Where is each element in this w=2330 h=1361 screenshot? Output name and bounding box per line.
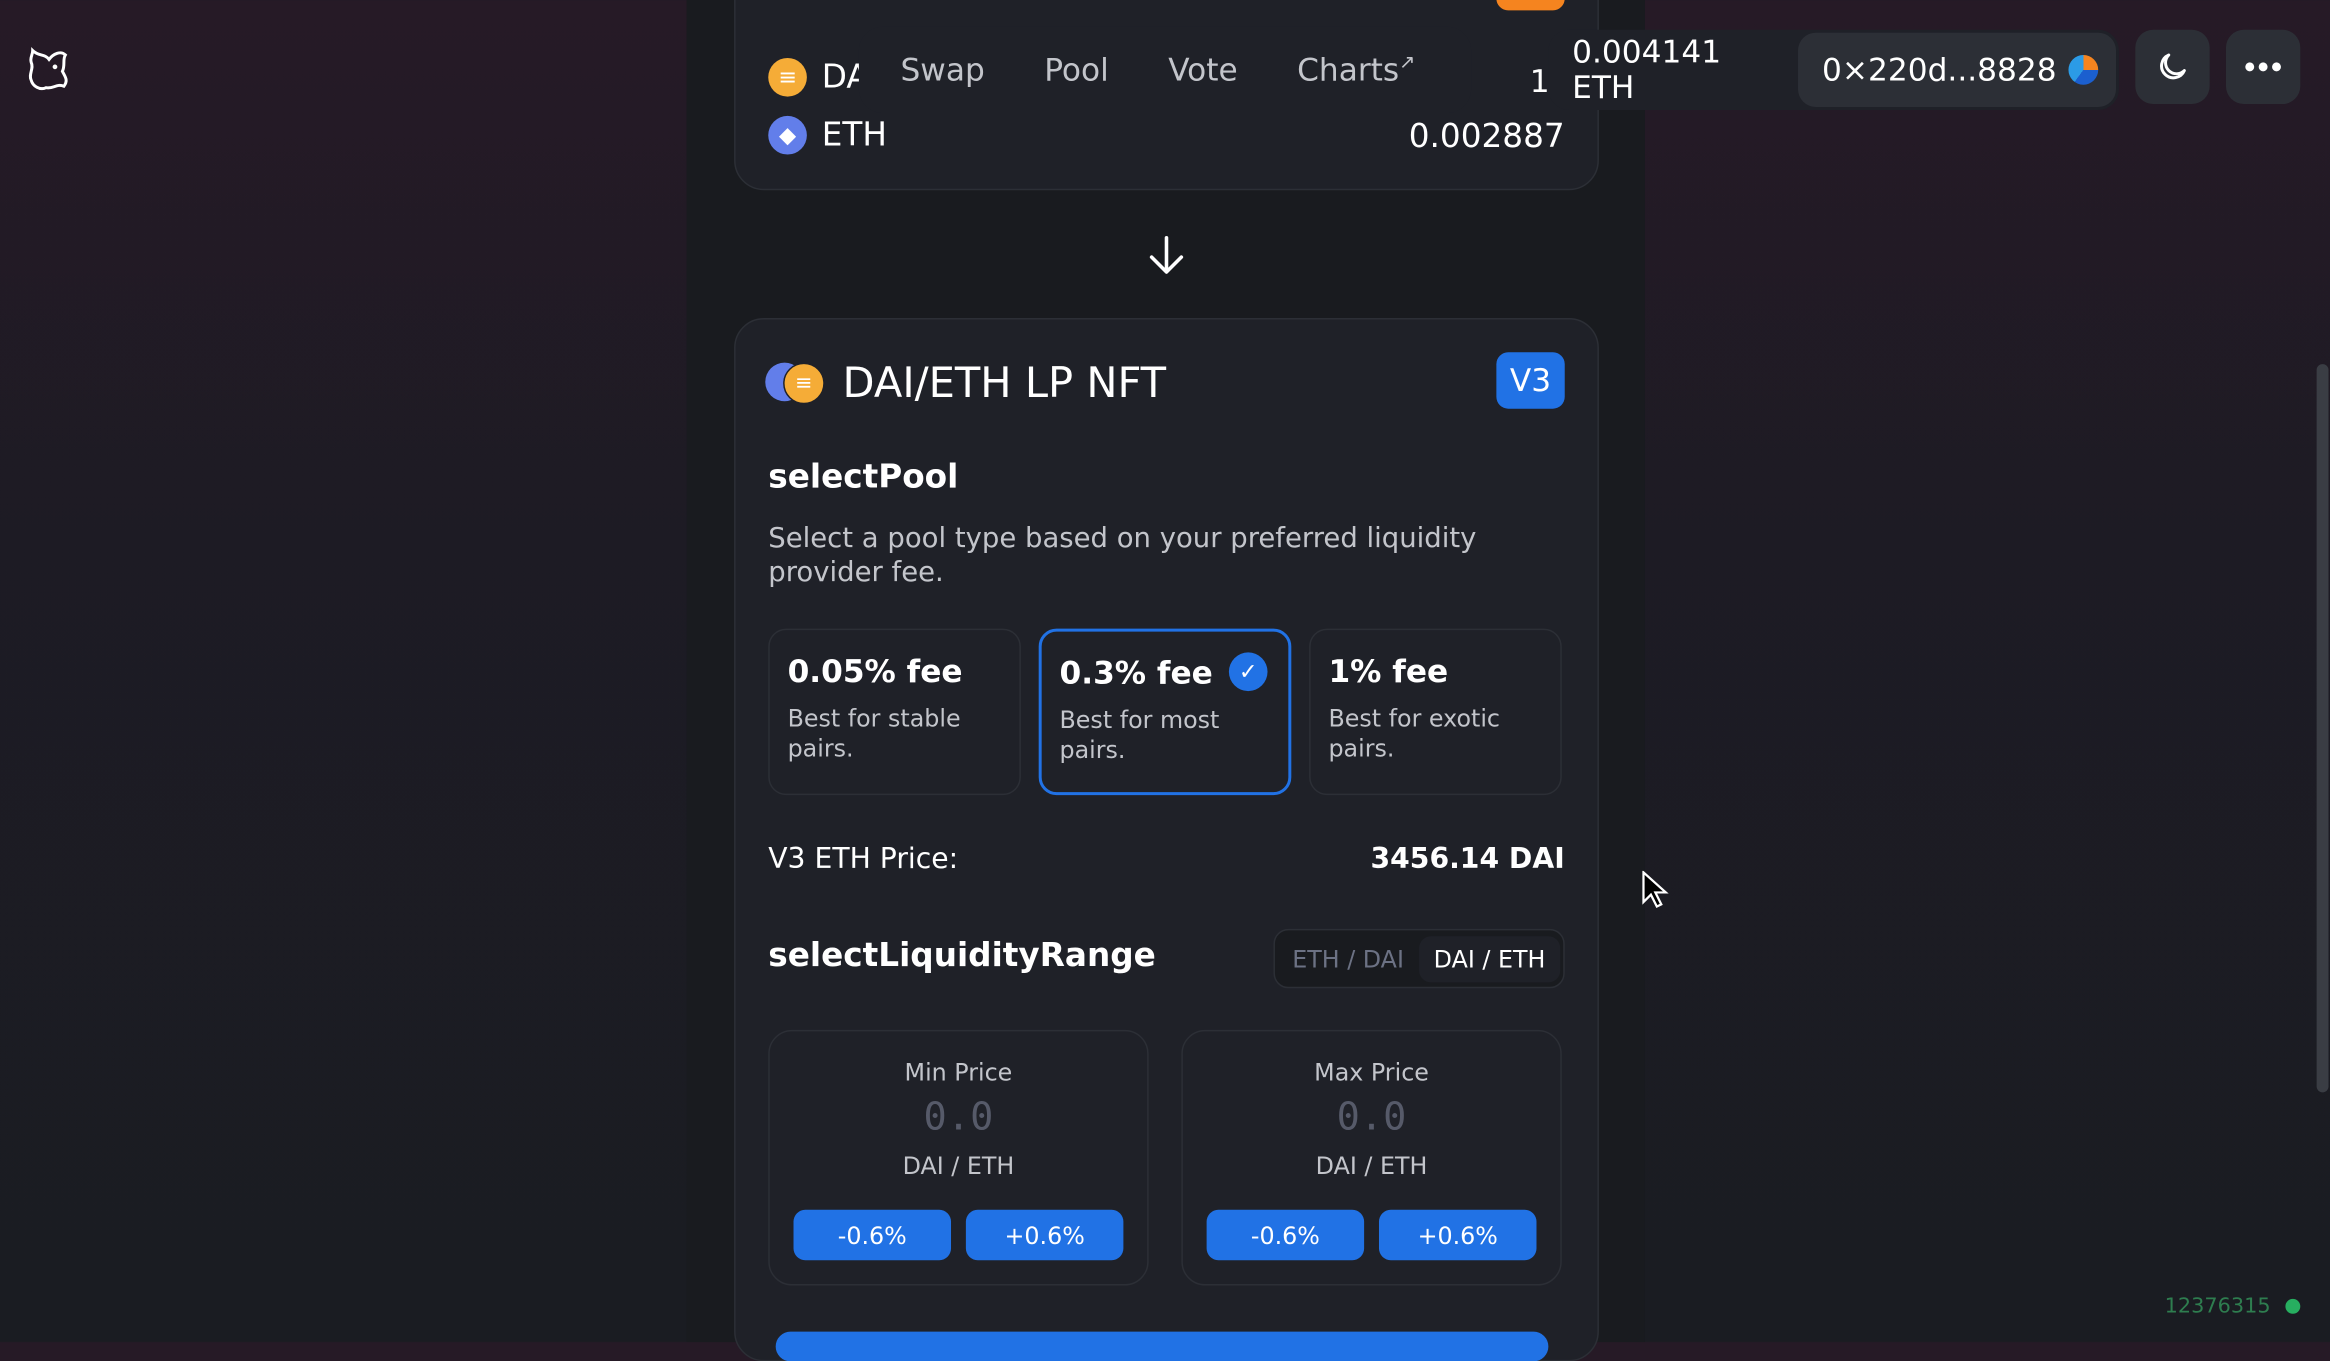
eth-balance: 0.004141 ETH [1572, 34, 1722, 106]
token-amount: 0.002887 [1408, 118, 1565, 157]
check-icon: ✓ [1228, 652, 1268, 692]
token-symbol: ETH [821, 116, 887, 154]
wallet-address: 0×220d...8828 [1822, 52, 2057, 88]
arrow-down-icon [1149, 236, 1184, 274]
price-label: V3 ETH Price: [768, 842, 959, 876]
fee-label: 1% fee [1328, 653, 1449, 690]
more-menu-button[interactable] [2225, 29, 2301, 105]
nav-charts-label: Charts [1297, 52, 1400, 88]
select-pool-heading: selectPool [768, 459, 959, 497]
max-price-unit: DAI / ETH [1315, 1151, 1428, 1181]
top-nav: Swap Pool Vote Charts↗ [858, 26, 1472, 113]
fee-description: Best for most pairs. [1059, 705, 1220, 764]
price-direction-toggle: ETH / DAI DAI / ETH [1272, 928, 1565, 989]
select-range-heading: selectLiquidityRange [768, 937, 1156, 975]
pool-header: ≡ DAI/ETH LP NFT [765, 358, 1166, 407]
max-decrease-button[interactable]: -0.6% [1206, 1209, 1365, 1261]
toggle-dai-eth[interactable]: DAI / ETH [1418, 935, 1561, 982]
min-price-input[interactable]: 0.0 [770, 1095, 1147, 1140]
ellipsis-icon [2245, 62, 2281, 72]
fee-description: Best for stable pairs. [787, 704, 961, 763]
pool-title: DAI/ETH LP NFT [842, 358, 1167, 408]
nav-swap[interactable]: Swap [871, 37, 1015, 102]
token-row-dai: ≡ DA [768, 57, 869, 97]
min-price-box: Min Price 0.0 DAI / ETH -0.6% +0.6% [768, 1029, 1149, 1286]
account-widget: 0.004141 ETH 0×220d...8828 [1548, 29, 2119, 110]
max-price-input[interactable]: 0.0 [1183, 1095, 1560, 1140]
select-pool-description: Select a pool type based on your preferr… [768, 523, 1477, 589]
min-increase-button[interactable]: +0.6% [965, 1209, 1124, 1261]
price-value: 3456.14 DAI [1370, 842, 1565, 876]
block-number: 12376315 [2164, 1294, 2271, 1319]
fee-description: Best for exotic pairs. [1328, 704, 1501, 763]
min-decrease-button[interactable]: -0.6% [793, 1209, 952, 1261]
nav-charts[interactable]: Charts↗ [1267, 37, 1445, 102]
max-increase-button[interactable]: +0.6% [1378, 1209, 1537, 1261]
mouse-cursor-icon [1642, 870, 1669, 909]
nav-pool[interactable]: Pool [1014, 37, 1138, 102]
fee-option-03[interactable]: 0.3% fee Best for most pairs. ✓ [1038, 628, 1292, 796]
identicon-icon [2068, 54, 2099, 85]
max-price-label: Max Price [1314, 1058, 1429, 1087]
fee-option-005[interactable]: 0.05% fee Best for stable pairs. [768, 628, 1021, 796]
fee-label: 0.05% fee [787, 653, 963, 690]
token-row-eth: ◆ ETH [768, 115, 887, 155]
max-price-box: Max Price 0.0 DAI / ETH -0.6% +0.6% [1181, 1029, 1562, 1286]
min-price-label: Min Price [904, 1058, 1013, 1087]
block-number-indicator[interactable]: 12376315 [2165, 1294, 2301, 1318]
token-pair-icon: ≡ [765, 361, 827, 404]
status-dot-icon [2285, 1298, 2301, 1314]
external-link-icon: ↗ [1399, 52, 1416, 75]
version-badge: V3 [1496, 352, 1565, 409]
wallet-address-button[interactable]: 0×220d...8828 [1798, 32, 2117, 108]
dai-icon: ≡ [768, 57, 807, 97]
max-button[interactable] [1496, 0, 1565, 11]
toggle-eth-dai[interactable]: ETH / DAI [1277, 936, 1418, 982]
pool-card: ≡ DAI/ETH LP NFT V3 selectPool Select a … [734, 318, 1599, 1361]
price-row: V3 ETH Price: 3456.14 DAI [768, 843, 1564, 876]
min-price-unit: DAI / ETH [902, 1151, 1015, 1181]
eth-icon: ◆ [768, 115, 807, 155]
nav-vote[interactable]: Vote [1139, 37, 1268, 102]
fee-option-1[interactable]: 1% fee Best for exotic pairs. [1309, 628, 1562, 796]
submit-button[interactable] [775, 1331, 1549, 1361]
scrollbar[interactable] [2316, 364, 2329, 1093]
dark-mode-toggle[interactable] [2135, 29, 2210, 105]
uniswap-logo-icon[interactable] [24, 42, 75, 96]
moon-icon [2160, 53, 2186, 80]
